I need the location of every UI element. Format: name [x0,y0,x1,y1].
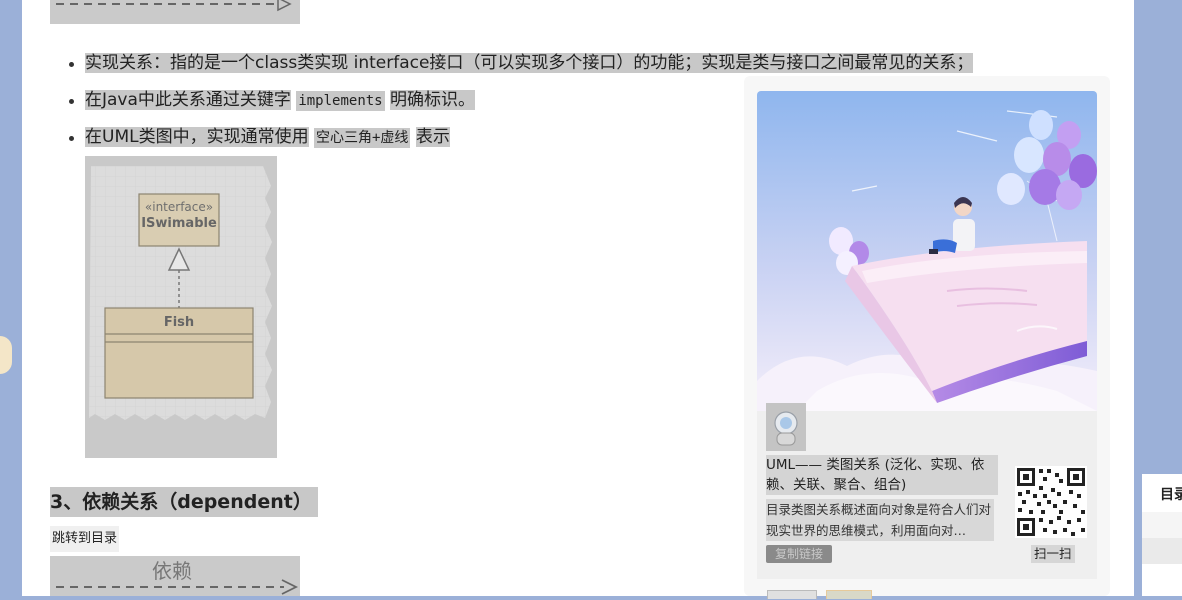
toc-item[interactable] [1142,538,1182,564]
page-background-left [0,0,14,596]
dependency-diagram-image: 依赖 [50,556,300,596]
dashed-arrow-icon [56,0,292,12]
author-avatar[interactable] [766,403,806,451]
qr-code-svg [1015,466,1087,538]
article-title[interactable]: UML—— 类图关系 (泛化、实现、依赖、关联、聚合、组合) [766,455,998,495]
scan-label: 扫一扫 [1031,545,1075,563]
bullet-text: 实现关系：指的是一个class类实现 interface接口（可以实现多个接口）… [85,53,974,73]
uml-stereotype: «interface» [145,200,213,214]
share-card-banner-image [757,91,1097,411]
article-content: 实现关系：指的是一个class类实现 interface接口（可以实现多个接口）… [22,0,1134,599]
dependency-label: 依赖 [152,559,192,583]
bullet-text: 表示 [415,127,450,147]
section-heading: 3、依赖关系（dependent） [50,487,318,517]
share-card: UML—— 类图关系 (泛化、实现、依赖、关联、聚合、组合) 目录类图关系概述面… [744,76,1110,599]
share-thumbnail[interactable] [767,590,817,599]
toc-panel: 目录 [1142,474,1182,596]
copy-link-button[interactable]: 复制链接 [766,545,832,563]
jump-to-toc-link[interactable]: 跳转到目录 [50,526,120,552]
toc-item[interactable] [1142,512,1182,538]
share-thumbnail[interactable] [826,590,872,599]
qr-code-icon [1015,466,1087,538]
uml-realization-diagram: «interface» ISwimable Fish [85,156,277,458]
inline-code: implements [296,91,385,111]
toc-title: 目录 [1160,487,1182,503]
bullet-text: 明确标识。 [390,90,476,110]
mascot-icon[interactable] [0,336,12,374]
bullet-text: 在UML类图中，实现通常使用 [85,127,309,147]
generalization-diagram-image [50,0,300,24]
book-illustration [757,91,1097,411]
bullet-text: 在Java中此关系通过关键字 [85,90,291,110]
dependency-arrow-svg: 依赖 [56,559,299,595]
list-item: 实现关系：指的是一个class类实现 interface接口（可以实现多个接口）… [69,50,974,76]
astronaut-icon [774,411,798,446]
inline-code: 空心三角+虚线 [314,128,411,148]
uml-diagram-svg: «interface» ISwimable Fish [89,166,272,420]
uml-interface-name: ISwimable [141,216,217,231]
article-description: 目录类图关系概述面向对象是符合人们对现实世界的思维模式，利用面向对… [766,499,994,541]
share-card-info: UML—— 类图关系 (泛化、实现、依赖、关联、聚合、组合) 目录类图关系概述面… [757,403,1097,579]
uml-class-name: Fish [164,315,194,330]
